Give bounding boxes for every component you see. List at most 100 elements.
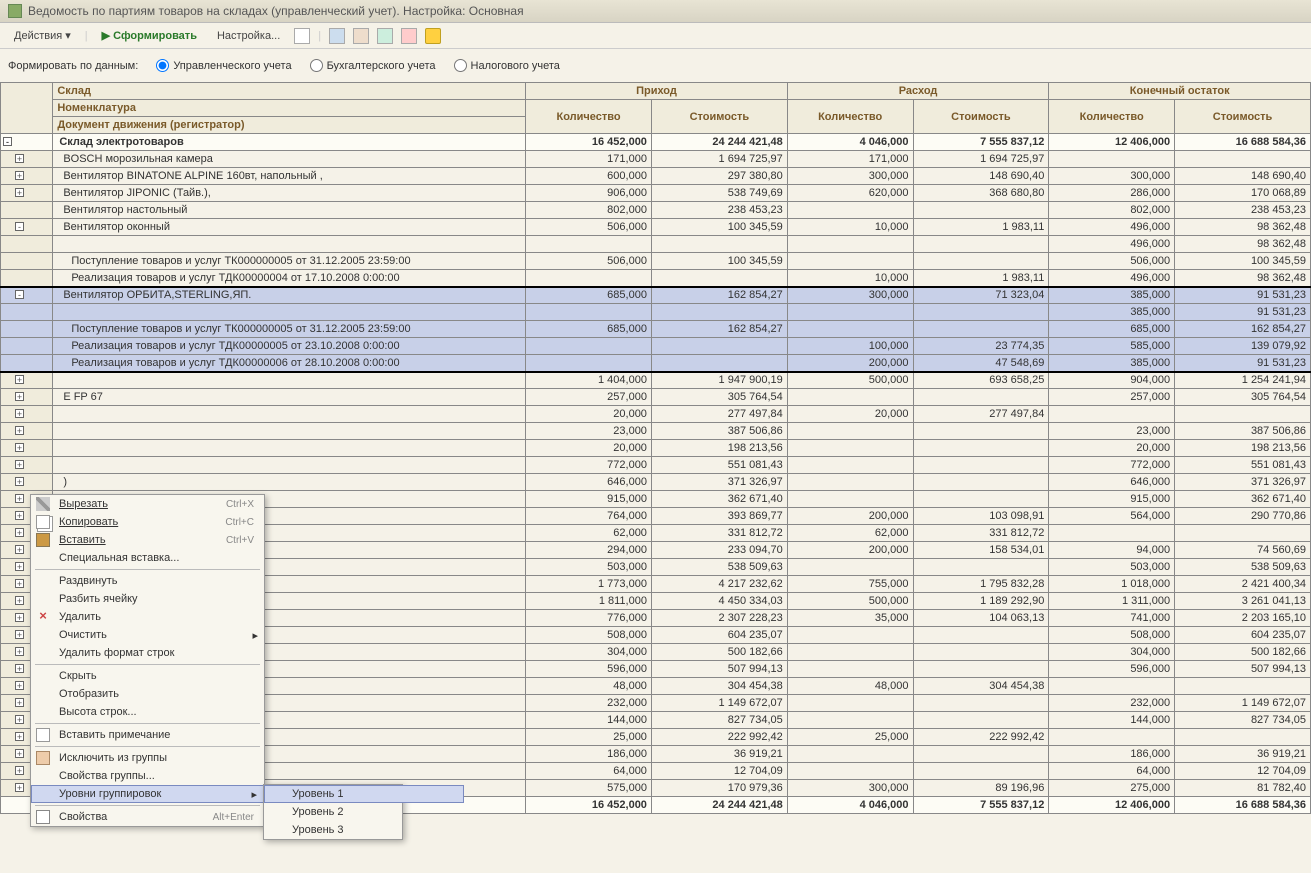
ctx-cut[interactable]: ВырезатьCtrl+X — [31, 495, 264, 513]
expand-icon[interactable]: + — [15, 613, 24, 622]
form-button[interactable]: Сформировать — [96, 27, 203, 44]
expand-icon[interactable]: + — [15, 766, 24, 775]
ctx-paste-special[interactable]: Специальная вставка... — [31, 549, 264, 567]
table-row[interactable]: -Вентилятор ОРБИТА,STERLING,ЯП.685,00016… — [1, 287, 1311, 304]
actions-menu[interactable]: Действия ▾ — [8, 27, 77, 44]
table-row[interactable]: +BOSCH морозильная камера171,0001 694 72… — [1, 151, 1311, 168]
tree-cell[interactable]: + — [1, 474, 53, 491]
expand-icon[interactable]: + — [15, 426, 24, 435]
tree-cell[interactable] — [1, 304, 53, 321]
tool-icon-4[interactable] — [377, 28, 393, 44]
expand-icon[interactable]: + — [15, 409, 24, 418]
tree-cell[interactable] — [1, 236, 53, 253]
expand-icon[interactable]: + — [15, 698, 24, 707]
table-row[interactable]: +Вентилятор BINATONE ALPINE 160вт, напол… — [1, 168, 1311, 185]
tree-cell[interactable]: + — [1, 423, 53, 440]
tree-cell[interactable]: + — [1, 185, 53, 202]
radio-accounting[interactable]: Бухгалтерского учета — [310, 59, 436, 72]
settings-button[interactable]: Настройка... — [211, 28, 286, 44]
ctx-hide[interactable]: Скрыть — [31, 667, 264, 685]
tree-cell[interactable]: + — [1, 406, 53, 423]
ctx-group-props[interactable]: Свойства группы... — [31, 767, 264, 785]
ctx-properties[interactable]: СвойстваAlt+Enter — [31, 808, 264, 826]
ctx-split[interactable]: Разбить ячейку — [31, 590, 264, 608]
ctx-show[interactable]: Отобразить — [31, 685, 264, 703]
expand-icon[interactable]: + — [15, 562, 24, 571]
tree-cell[interactable]: - — [1, 134, 53, 151]
expand-icon[interactable]: + — [15, 664, 24, 673]
table-row[interactable]: Вентилятор настольный802,000238 453,2380… — [1, 202, 1311, 219]
context-menu[interactable]: ВырезатьCtrl+X КопироватьCtrl+C Вставить… — [30, 494, 265, 827]
table-row[interactable]: 385,00091 531,23 — [1, 304, 1311, 321]
expand-icon[interactable]: + — [15, 715, 24, 724]
expand-icon[interactable]: + — [15, 477, 24, 486]
ctx-level-3[interactable]: Уровень 3 — [264, 821, 464, 839]
expand-icon[interactable]: + — [15, 188, 24, 197]
expand-icon[interactable]: + — [15, 511, 24, 520]
tree-cell[interactable] — [1, 321, 53, 338]
tool-icon-5[interactable] — [401, 28, 417, 44]
table-row[interactable]: 496,00098 362,48 — [1, 236, 1311, 253]
expand-icon[interactable]: + — [15, 545, 24, 554]
tool-icon-3[interactable] — [353, 28, 369, 44]
table-row[interactable]: +E FP 67257,000305 764,54257,000305 764,… — [1, 389, 1311, 406]
table-row[interactable]: +Вентилятор JIPONIC (Тайв.),906,000538 7… — [1, 185, 1311, 202]
expand-icon[interactable]: + — [15, 375, 24, 384]
table-row[interactable]: Реализация товаров и услуг ТДК00000006 о… — [1, 355, 1311, 372]
ctx-paste[interactable]: ВставитьCtrl+V — [31, 531, 264, 549]
ctx-insert-note[interactable]: Вставить примечание — [31, 726, 264, 744]
ctx-level-2[interactable]: Уровень 2 — [264, 803, 464, 821]
tree-cell[interactable] — [1, 355, 53, 372]
ctx-expand[interactable]: Раздвинуть — [31, 572, 264, 590]
ctx-delete-format[interactable]: Удалить формат строк — [31, 644, 264, 662]
tree-cell[interactable]: + — [1, 151, 53, 168]
expand-icon[interactable]: + — [15, 460, 24, 469]
tree-cell[interactable]: + — [1, 372, 53, 389]
ctx-copy[interactable]: КопироватьCtrl+C — [31, 513, 264, 531]
tree-cell[interactable]: + — [1, 389, 53, 406]
collapse-icon[interactable]: - — [3, 137, 12, 146]
tree-cell[interactable]: - — [1, 219, 53, 236]
table-row[interactable]: -Склад электротоваров16 452,00024 244 42… — [1, 134, 1311, 151]
expand-icon[interactable]: + — [15, 443, 24, 452]
tree-cell[interactable] — [1, 338, 53, 355]
expand-icon[interactable]: + — [15, 681, 24, 690]
expand-icon[interactable]: + — [15, 171, 24, 180]
tree-cell[interactable] — [1, 202, 53, 219]
table-row[interactable]: Поступление товаров и услуг ТК000000005 … — [1, 253, 1311, 270]
ctx-delete[interactable]: ×Удалить — [31, 608, 264, 626]
table-row[interactable]: +23,000387 506,8623,000387 506,86 — [1, 423, 1311, 440]
tool-icon-2[interactable] — [329, 28, 345, 44]
table-row[interactable]: +772,000551 081,43772,000551 081,43 — [1, 457, 1311, 474]
ctx-group-levels[interactable]: Уровни группировок Уровень 1 Уровень 2 У… — [31, 785, 264, 803]
collapse-icon[interactable]: - — [15, 290, 24, 299]
tree-cell[interactable]: + — [1, 440, 53, 457]
tree-cell[interactable] — [1, 270, 53, 287]
expand-icon[interactable]: + — [15, 749, 24, 758]
expand-icon[interactable]: + — [15, 783, 24, 792]
radio-tax[interactable]: Налогового учета — [454, 59, 560, 72]
tree-cell[interactable] — [1, 253, 53, 270]
table-row[interactable]: Реализация товаров и услуг ТДК00000004 о… — [1, 270, 1311, 287]
expand-icon[interactable]: + — [15, 596, 24, 605]
expand-icon[interactable]: + — [15, 494, 24, 503]
expand-icon[interactable]: + — [15, 647, 24, 656]
table-row[interactable]: +)646,000371 326,97646,000371 326,97 — [1, 474, 1311, 491]
expand-icon[interactable]: + — [15, 528, 24, 537]
ctx-row-height[interactable]: Высота строк... — [31, 703, 264, 721]
tree-cell[interactable]: - — [1, 287, 53, 304]
expand-icon[interactable]: + — [15, 630, 24, 639]
collapse-icon[interactable]: - — [15, 222, 24, 231]
table-row[interactable]: +1 404,0001 947 900,19500,000693 658,259… — [1, 372, 1311, 389]
radio-management[interactable]: Управленческого учета — [156, 59, 291, 72]
ctx-level-1[interactable]: Уровень 1 — [264, 785, 464, 803]
expand-icon[interactable]: + — [15, 732, 24, 741]
table-row[interactable]: Поступление товаров и услуг ТК000000005 … — [1, 321, 1311, 338]
table-row[interactable]: Реализация товаров и услуг ТДК00000005 о… — [1, 338, 1311, 355]
table-row[interactable]: +20,000277 497,8420,000277 497,84 — [1, 406, 1311, 423]
ctx-exclude-group[interactable]: Исключить из группы — [31, 749, 264, 767]
expand-icon[interactable]: + — [15, 154, 24, 163]
ctx-clear[interactable]: Очистить — [31, 626, 264, 644]
context-submenu[interactable]: Уровень 1 Уровень 2 Уровень 3 — [263, 784, 403, 840]
tree-cell[interactable]: + — [1, 168, 53, 185]
